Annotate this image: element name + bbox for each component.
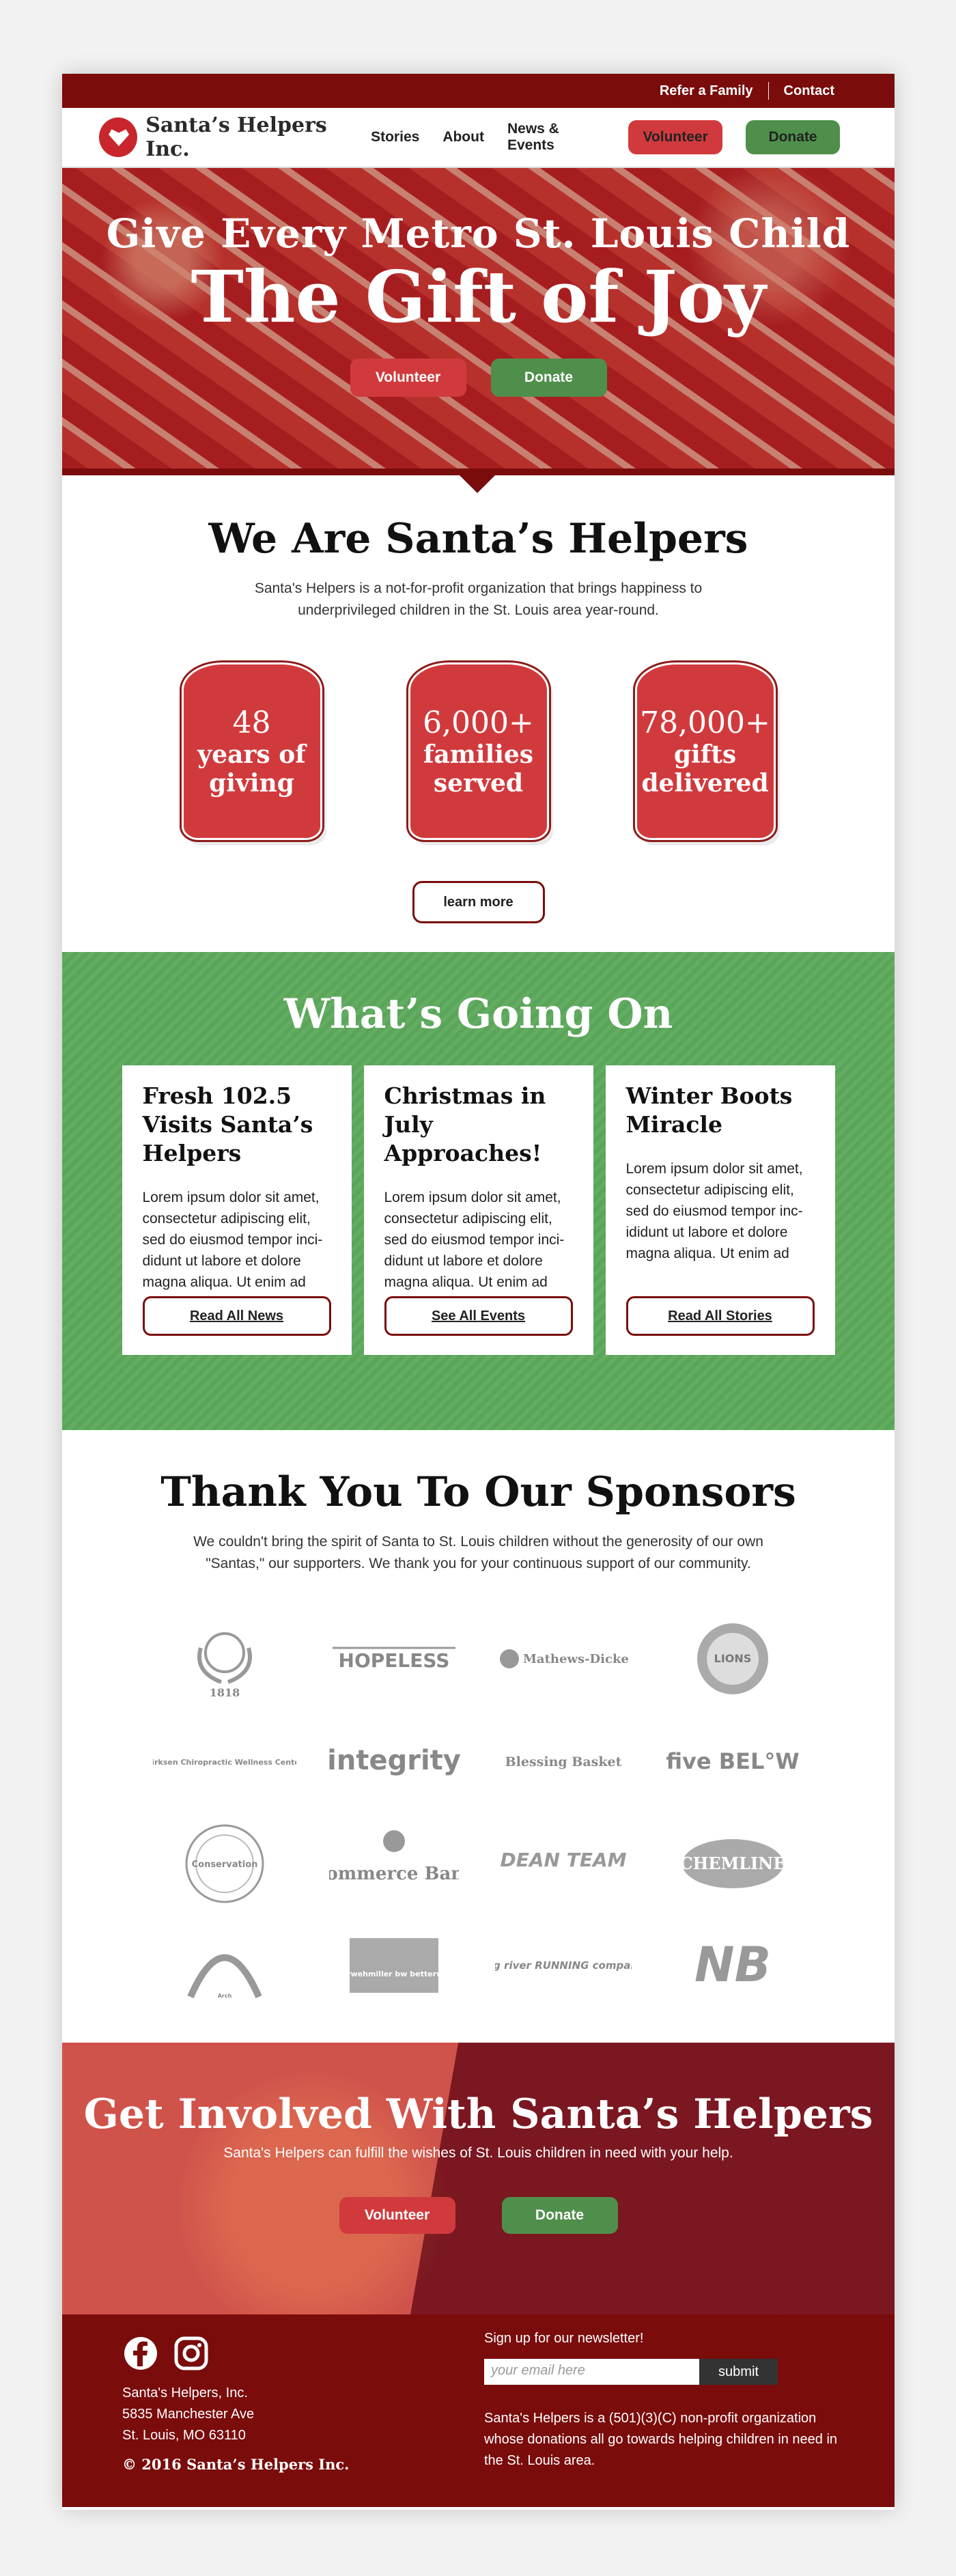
logo-text: DEAN TEAM — [500, 1849, 626, 1871]
nav-news-events[interactable]: News & Events — [507, 121, 605, 154]
card-title: Fresh 102.5 Visits Santa’s Helpers — [142, 1082, 313, 1166]
sponsor-logo-chemline[interactable]: CHEMLINE — [658, 1822, 808, 1905]
logo-text: Conservation — [191, 1860, 257, 1870]
sponsor-logo-conservation[interactable]: Conservation — [150, 1822, 300, 1905]
email-input[interactable]: your email here — [484, 2359, 699, 2385]
newsletter: Sign up for our newsletter! your email h… — [484, 2331, 839, 2472]
sponsor-logo-integrity[interactable]: integrity — [319, 1720, 469, 1803]
top-bar: Refer a Family Contact — [62, 74, 895, 108]
stat-label: years of giving — [197, 740, 306, 798]
sponsor-logo-hopeless[interactable]: HOPELESS — [319, 1617, 469, 1700]
logo-text: LIONS — [714, 1652, 751, 1665]
nav-donate-button[interactable]: Donate — [746, 120, 840, 154]
hero: Give Every Metro St. Louis Child The Gif… — [62, 168, 895, 475]
stat-families: 6,000+ families served — [406, 660, 551, 842]
hero-volunteer-button[interactable]: Volunteer — [350, 359, 466, 397]
card-text: Lorem ipsum dolor sit amet, consectetur … — [625, 1161, 803, 1261]
sponsor-logos: 1818 HOPELESS Mathews-Dickey LIONS Kirks… — [62, 1617, 895, 2008]
nav-volunteer-button[interactable]: Volunteer — [628, 120, 723, 154]
learn-more-button[interactable]: learn more — [412, 881, 545, 923]
involve-title: Get Involved With Santa’s Helpers — [83, 2090, 873, 2138]
sponsors-text: We couldn't bring the spirit of Santa to… — [193, 1534, 763, 1571]
instagram-icon[interactable] — [173, 2335, 210, 2372]
sponsors-section: Thank You To Our Sponsors We couldn't br… — [62, 1430, 895, 2043]
logo-text: NB — [694, 1937, 771, 1993]
involve-text: Santa's Helpers can fulfill the wishes o… — [223, 2145, 733, 2161]
stat-label: gifts delivered — [641, 740, 769, 798]
about-text: Santa's Helpers is a not-for-profit orga… — [254, 580, 703, 618]
stat-gifts: 78,000+ gifts delivered — [632, 660, 778, 842]
submit-button[interactable]: submit — [699, 2359, 778, 2385]
sponsor-logo-new-balance[interactable]: NB — [658, 1924, 808, 2008]
sponsor-logo-lions[interactable]: LIONS — [658, 1617, 808, 1700]
logo-text: Commerce Bank — [329, 1864, 459, 1884]
stories-card: Winter Boots Miracle Lorem ipsum dolor s… — [605, 1065, 835, 1355]
page: Refer a Family Contact Santa’s Helpers I… — [62, 74, 895, 2510]
sponsor-logo-kirksen[interactable]: Kirksen Chiropractic Wellness Center — [150, 1720, 300, 1803]
stats: 48 years of giving 6,000+ families serve… — [62, 660, 895, 842]
sponsors-title: Thank You To Our Sponsors — [160, 1468, 796, 1516]
about-title: We Are Santa’s Helpers — [208, 515, 748, 563]
sponsor-logo-five-below[interactable]: five BEL°W — [658, 1720, 808, 1803]
main-nav: Santa’s Helpers Inc. Stories About News … — [62, 108, 895, 168]
involve-donate-button[interactable]: Donate — [501, 2197, 618, 2234]
read-all-news-button[interactable]: Read All News — [142, 1296, 331, 1336]
hero-title: The Gift of Joy — [191, 255, 766, 339]
nav-about[interactable]: About — [442, 129, 484, 145]
about-section: We Are Santa’s Helpers Santa's Helpers i… — [62, 475, 895, 952]
sponsor-logo-dean-team[interactable]: DEAN TEAM — [488, 1822, 638, 1905]
refer-family-link[interactable]: Refer a Family — [660, 83, 753, 99]
see-all-events-button[interactable]: See All Events — [384, 1296, 573, 1336]
hero-notch — [460, 475, 495, 493]
logo-text: Blessing Basket — [505, 1754, 621, 1769]
read-all-stories-button[interactable]: Read All Stories — [625, 1296, 815, 1336]
contact-link[interactable]: Contact — [784, 83, 834, 99]
stat-label: families served — [423, 740, 534, 798]
get-involved-section: Get Involved With Santa’s Helpers Santa'… — [62, 2043, 895, 2314]
events-card: Christmas in July Approaches! Lorem ipsu… — [363, 1065, 593, 1355]
logo-text: five BEL°W — [666, 1748, 799, 1774]
logo-text: Santa’s Helpers Inc. — [145, 113, 327, 161]
logo-text: HOPELESS — [338, 1649, 449, 1672]
news-title: What’s Going On — [283, 990, 673, 1038]
involve-volunteer-button[interactable]: Volunteer — [339, 2197, 455, 2234]
nav-stories[interactable]: Stories — [371, 129, 419, 145]
nav-links: Stories About News & Events Volunteer Do… — [371, 120, 840, 154]
sponsor-logo-mathews-dickey[interactable]: Mathews-Dickey — [488, 1617, 638, 1700]
news-section: What’s Going On Fresh 102.5 Visits Santa… — [62, 952, 895, 1430]
sponsor-logo-big-river-running[interactable]: big river RUNNING company — [488, 1924, 638, 2008]
stat-number: 6,000+ — [423, 705, 534, 740]
logo-text: integrity — [327, 1745, 461, 1776]
facebook-icon[interactable] — [122, 2335, 159, 2372]
footer: Santa's Helpers, Inc. 5835 Manchester Av… — [62, 2314, 895, 2507]
logo-text: big river RUNNING company — [495, 1959, 632, 1972]
divider — [768, 82, 769, 100]
logo-text: 1818 — [209, 1686, 240, 1699]
sponsor-logo-commerce-bank[interactable]: Commerce Bank — [319, 1822, 469, 1905]
org-description: Santa's Helpers is a (501)(3)(C) non-pro… — [484, 2411, 838, 2468]
logo-text: Arch — [217, 1993, 231, 1999]
sponsor-logo-arch[interactable]: Arch — [150, 1924, 300, 2008]
logo-text: CHEMLINE — [679, 1853, 785, 1873]
logo-text: barrywehmiller bw betterworld — [339, 1970, 449, 1978]
sponsor-logo-blessing-basket[interactable]: Blessing Basket — [488, 1720, 638, 1803]
card-text: Lorem ipsum dolor sit amet, consectetur … — [142, 1190, 323, 1290]
logo-text: Mathews-Dickey — [523, 1652, 628, 1666]
sponsor-logo-1818[interactable]: 1818 — [150, 1617, 300, 1700]
newsletter-label: Sign up for our newsletter! — [484, 2331, 644, 2346]
news-card: Fresh 102.5 Visits Santa’s Helpers Lorem… — [122, 1065, 352, 1355]
stat-number: 78,000+ — [640, 705, 770, 740]
card-text: Lorem ipsum dolor sit amet, consectetur … — [384, 1190, 565, 1290]
stat-number: 48 — [232, 705, 271, 740]
card-title: Christmas in July Approaches! — [384, 1082, 546, 1166]
sponsor-logo-barry-wehmiller[interactable]: barrywehmiller bw betterworld — [319, 1924, 469, 2008]
card-title: Winter Boots Miracle — [625, 1082, 793, 1138]
logo-text: Kirksen Chiropractic Wellness Center — [153, 1758, 296, 1767]
logo[interactable]: Santa’s Helpers Inc. — [99, 113, 371, 161]
heart-logo-icon — [99, 117, 138, 157]
hero-subtitle: Give Every Metro St. Louis Child — [106, 210, 851, 257]
stat-years: 48 years of giving — [179, 660, 324, 842]
hero-donate-button[interactable]: Donate — [490, 359, 607, 397]
